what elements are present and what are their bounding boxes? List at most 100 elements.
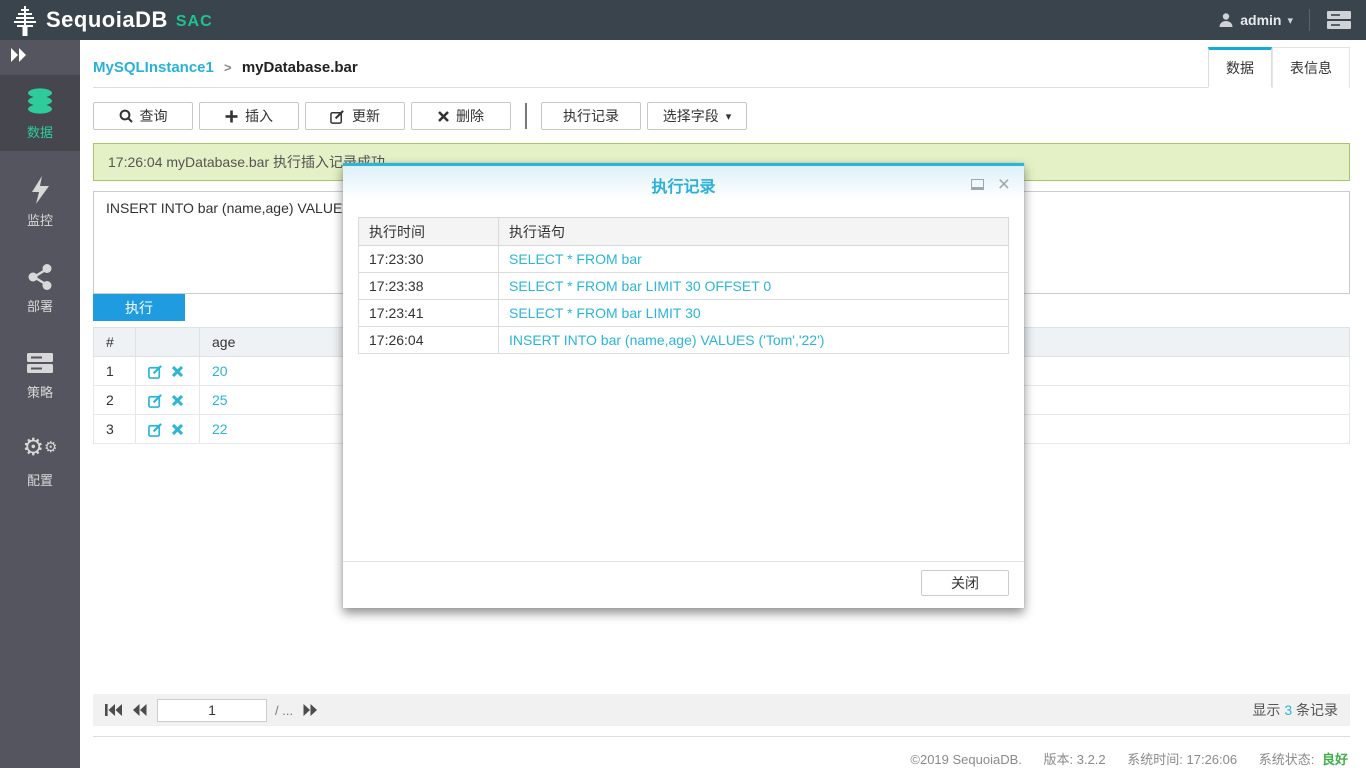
close-dialog-button[interactable]: 关闭 (921, 570, 1009, 596)
sidebar-item-data[interactable]: 数据 (0, 75, 80, 151)
exec-record-row: 17:23:30 SELECT * FROM bar (359, 246, 1009, 273)
page-total-label: / ... (275, 703, 293, 718)
sidebar-item-label: 配置 (27, 470, 53, 489)
exec-record-row: 17:23:41 SELECT * FROM bar LIMIT 30 (359, 300, 1009, 327)
exec-time: 17:23:38 (359, 273, 499, 300)
query-button[interactable]: 查询 (93, 102, 193, 130)
x-icon (438, 111, 449, 122)
plus-icon (225, 110, 238, 123)
sequoia-tree-icon (10, 4, 40, 36)
sidebar-item-label: 部署 (27, 296, 53, 315)
search-icon (119, 109, 133, 123)
update-button[interactable]: 更新 (305, 102, 405, 130)
exec-records-dialog: 执行记录 × 执行时间 执行语句 17:23:30 SELECT * FROM … (343, 163, 1024, 608)
exec-statement[interactable]: INSERT INTO bar (name,age) VALUES ('Tom'… (499, 327, 1009, 354)
version-info: 版本: 3.2.2 (1044, 752, 1106, 767)
dialog-body: 执行时间 执行语句 17:23:30 SELECT * FROM bar 17:… (343, 203, 1024, 561)
breadcrumb-current: myDatabase.bar (242, 59, 358, 76)
row-index: 1 (94, 357, 136, 386)
sidebar-item-config[interactable]: ⚙⚙ 配置 (0, 423, 80, 499)
delete-record-icon[interactable] (172, 395, 183, 406)
edit-record-icon[interactable] (148, 364, 163, 379)
exec-time: 17:23:30 (359, 246, 499, 273)
header-row: MySQLInstance1 > myDatabase.bar 数据 表信息 (93, 40, 1350, 88)
exec-records-header: 执行时间 执行语句 (359, 218, 1009, 246)
exec-time: 17:23:41 (359, 300, 499, 327)
page-footer: ©2019 SequoiaDB. 版本: 3.2.2 系统时间: 17:26:0… (93, 736, 1350, 768)
double-chevron-right-icon (10, 48, 28, 62)
breadcrumb-separator: > (224, 60, 232, 75)
deploy-share-icon (26, 263, 54, 291)
exec-record-row: 17:26:04 INSERT INTO bar (name,age) VALU… (359, 327, 1009, 354)
record-count: 3 (1284, 702, 1292, 718)
exec-statement[interactable]: SELECT * FROM bar LIMIT 30 OFFSET 0 (499, 273, 1009, 300)
tab-table-info[interactable]: 表信息 (1272, 47, 1350, 88)
exec-record-row: 17:23:38 SELECT * FROM bar LIMIT 30 OFFS… (359, 273, 1009, 300)
topbar-divider (1309, 9, 1310, 31)
breadcrumb: MySQLInstance1 > myDatabase.bar (93, 59, 358, 76)
host-list-icon[interactable] (1326, 10, 1352, 30)
status-badge: 良好 (1322, 752, 1348, 767)
exec-statement[interactable]: SELECT * FROM bar (499, 246, 1009, 273)
database-icon (25, 87, 55, 117)
copyright: ©2019 SequoiaDB. (910, 752, 1022, 767)
record-count-summary: 显示 3 条记录 (1252, 700, 1338, 720)
row-index: 2 (94, 386, 136, 415)
first-page-button[interactable] (105, 703, 122, 717)
sidebar-expand-button[interactable] (0, 40, 80, 71)
system-time: 系统时间: 17:26:06 (1127, 752, 1237, 767)
exec-records-table: 执行时间 执行语句 17:23:30 SELECT * FROM bar 17:… (358, 217, 1009, 354)
delete-record-icon[interactable] (172, 424, 183, 435)
exec-records-button[interactable]: 执行记录 (541, 102, 641, 130)
chevron-down-icon: ▾ (1287, 14, 1293, 27)
config-gears-icon: ⚙⚙ (23, 435, 58, 465)
page-number-input[interactable] (157, 699, 267, 722)
monitor-lightning-icon (26, 175, 54, 205)
execute-button[interactable]: 执行 (93, 294, 185, 321)
time-column-header: 执行时间 (359, 218, 499, 246)
edit-record-icon[interactable] (148, 422, 163, 437)
tab-bar: 数据 表信息 (1208, 47, 1350, 88)
tab-data[interactable]: 数据 (1208, 47, 1272, 88)
delete-button[interactable]: 删除 (411, 102, 511, 130)
edit-record-icon[interactable] (148, 393, 163, 408)
dialog-title: 执行记录 (343, 173, 1024, 197)
exec-time: 17:26:04 (359, 327, 499, 354)
sidebar-item-strategy[interactable]: 策略 (0, 337, 80, 411)
sidebar-item-deploy[interactable]: 部署 (0, 251, 80, 325)
user-icon (1218, 12, 1234, 28)
pagination-bar: / ... 显示 3 条记录 (93, 694, 1350, 726)
chevron-down-icon: ▾ (726, 110, 732, 123)
next-page-button[interactable] (303, 703, 318, 717)
sidebar-item-label: 策略 (27, 382, 53, 401)
statement-column-header: 执行语句 (499, 218, 1009, 246)
user-menu[interactable]: admin ▾ (1218, 12, 1293, 28)
toolbar: 查询 插入 更新 删除 执行记录 选择字段 ▾ (93, 102, 1350, 130)
user-name: admin (1240, 12, 1281, 28)
sidebar: 数据 监控 (0, 40, 80, 768)
sidebar-item-monitor[interactable]: 监控 (0, 163, 80, 239)
prev-page-button[interactable] (132, 703, 147, 717)
toolbar-divider (525, 103, 527, 129)
edit-icon (330, 109, 345, 124)
delete-record-icon[interactable] (172, 366, 183, 377)
sidebar-item-label: 数据 (27, 122, 53, 141)
dialog-footer: 关闭 (343, 561, 1024, 608)
topbar: SequoiaDB SAC admin ▾ (0, 0, 1366, 40)
brand-suffix: SAC (176, 13, 213, 31)
app-logo: SequoiaDB SAC (10, 4, 213, 36)
index-column-header: # (94, 328, 136, 357)
strategy-server-icon (25, 349, 55, 377)
breadcrumb-instance-link[interactable]: MySQLInstance1 (93, 59, 214, 76)
close-icon[interactable]: × (998, 174, 1010, 195)
select-fields-button[interactable]: 选择字段 ▾ (647, 102, 747, 130)
dialog-header: 执行记录 × (343, 166, 1024, 203)
exec-statement[interactable]: SELECT * FROM bar LIMIT 30 (499, 300, 1009, 327)
insert-button[interactable]: 插入 (199, 102, 299, 130)
system-status-label: 系统状态: (1259, 752, 1315, 767)
brand-name: SequoiaDB (46, 7, 168, 33)
maximize-icon[interactable] (971, 179, 984, 190)
operations-column-header (136, 328, 200, 357)
row-index: 3 (94, 415, 136, 444)
sidebar-item-label: 监控 (27, 210, 53, 229)
